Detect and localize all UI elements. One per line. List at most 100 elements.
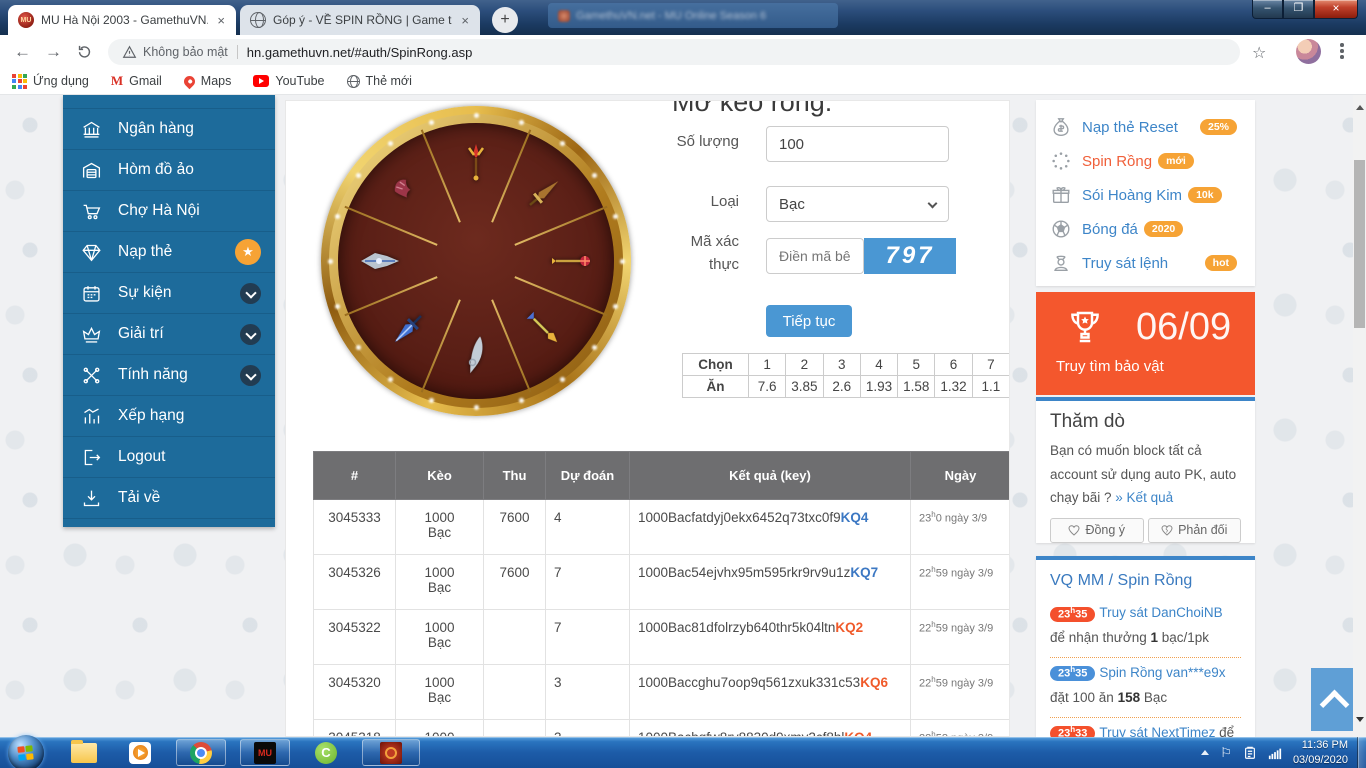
odds-payout: 7.6 xyxy=(749,376,786,398)
maximize-button[interactable]: ❐ xyxy=(1283,0,1314,19)
captcha-code[interactable]: 797 xyxy=(864,238,956,274)
bookmarks-bar: Ứng dụng M Gmail Maps YouTube Thẻ mới xyxy=(0,68,1366,95)
browser-menu-icon[interactable] xyxy=(1340,43,1344,59)
scrollbar-up-icon[interactable] xyxy=(1356,105,1364,110)
new-tab-button[interactable]: + xyxy=(492,7,518,33)
sidebar-item-cho-ha-noi[interactable]: Chợ Hà Nội xyxy=(63,191,275,232)
sidebar-item-xep-hang[interactable]: Xếp hạng xyxy=(63,396,275,437)
menu-item-label: Truy sát lệnh xyxy=(1082,255,1168,272)
chevron-down-icon[interactable] xyxy=(240,324,261,345)
odds-choice[interactable]: 5 xyxy=(898,354,935,376)
bookmark-star-icon[interactable]: ☆ xyxy=(1252,43,1266,63)
feed-title[interactable]: VQ MM / Spin Rồng xyxy=(1050,572,1241,590)
quantity-input[interactable] xyxy=(766,126,949,162)
cell-thu: 7600 xyxy=(484,555,546,610)
sidebar-item-partial[interactable] xyxy=(63,95,275,109)
windows-logo-icon xyxy=(17,745,34,761)
odds-payout: 1.32 xyxy=(935,376,972,398)
taskbar-chrome[interactable] xyxy=(176,739,226,766)
clipboard-tray-icon[interactable] xyxy=(1243,746,1257,760)
table-row: 3045333 1000 Bạc 7600 4 1000Bacfatdyj0ek… xyxy=(314,500,1011,555)
chevron-down-icon[interactable] xyxy=(240,365,261,386)
sidebar-item-logout[interactable]: Logout xyxy=(63,437,275,478)
taskbar-explorer[interactable] xyxy=(62,739,106,766)
close-button[interactable]: × xyxy=(1314,0,1358,19)
apps-grid-icon xyxy=(12,74,27,89)
sidebar-item-nap-the[interactable]: Nạp thẻ ★ xyxy=(63,232,275,273)
scrollbar-down-icon[interactable] xyxy=(1356,717,1364,722)
sidebar-item-su-kien[interactable]: Sự kiện xyxy=(63,273,275,314)
sidebar-item-label: Ngân hàng xyxy=(118,120,194,138)
action-center-flag-icon[interactable]: ⚐ xyxy=(1220,745,1232,761)
spin-wheel[interactable] xyxy=(321,106,631,416)
profile-avatar[interactable] xyxy=(1296,39,1321,64)
hidden-icons-arrow[interactable] xyxy=(1201,750,1209,755)
sidebar-item-tinh-nang[interactable]: Tính năng xyxy=(63,355,275,396)
sidebar-item-tai-ve[interactable]: Tải về xyxy=(63,478,275,519)
taskbar-coccoc[interactable]: C xyxy=(304,739,348,766)
menu-item-truy-sat-lenh[interactable]: Truy sát lệnh hot xyxy=(1050,246,1255,280)
odds-choice[interactable]: 7 xyxy=(972,354,1009,376)
show-desktop-button[interactable] xyxy=(1357,737,1366,768)
feed-player-link[interactable]: Spin Rồng van***e9x xyxy=(1099,665,1225,680)
kq-result: KQ4 xyxy=(841,510,869,525)
odds-choice[interactable]: 3 xyxy=(823,354,860,376)
time-badge: 23h35 xyxy=(1050,607,1095,622)
weapon-wide-blade-icon xyxy=(359,239,403,283)
start-button[interactable] xyxy=(8,735,44,768)
scroll-to-top-button[interactable] xyxy=(1311,668,1357,731)
forward-icon[interactable]: → xyxy=(45,42,62,62)
poll-disagree-button[interactable]: Phản đối xyxy=(1148,518,1242,543)
menu-item-spin-rong[interactable]: Spin Rồng mới xyxy=(1050,144,1255,178)
feed-player-link[interactable]: Truy sát NextTimez xyxy=(1099,725,1215,737)
sidebar-item-hom-do-ao[interactable]: Hòm đồ ảo xyxy=(63,150,275,191)
network-signal-icon[interactable] xyxy=(1268,746,1282,760)
poll-agree-button[interactable]: Đồng ý xyxy=(1050,518,1144,543)
feed-card: VQ MM / Spin Rồng 23h35 Truy sát DanChoiN… xyxy=(1036,556,1255,737)
minimize-button[interactable]: – xyxy=(1252,0,1283,19)
chevron-down-icon[interactable] xyxy=(240,283,261,304)
browser-scrollbar[interactable] xyxy=(1353,95,1366,737)
page-content: Ngân hàng Hòm đồ ảo Chợ Hà Nội Nạp thẻ ★… xyxy=(0,95,1366,737)
poll-result-link[interactable]: » Kết quả xyxy=(1115,490,1173,505)
odds-choice[interactable]: 2 xyxy=(786,354,823,376)
bookmark-gmail[interactable]: M Gmail xyxy=(111,73,162,89)
captcha-input[interactable] xyxy=(766,238,864,274)
back-icon[interactable]: ← xyxy=(14,42,31,62)
event-banner[interactable]: 06/09 Truy tìm bảo vật xyxy=(1036,292,1255,395)
url-text[interactable]: hn.gamethuvn.net/#auth/SpinRong.asp xyxy=(247,45,473,60)
odds-choice[interactable]: 6 xyxy=(935,354,972,376)
chrome-icon xyxy=(190,742,212,764)
tab-title: MU Hà Nội 2003 - GamethuVN.n xyxy=(41,13,208,27)
menu-item-bong-da[interactable]: Bóng đá 2020 xyxy=(1050,212,1255,246)
bookmark-newtab[interactable]: Thẻ mới xyxy=(347,74,412,88)
bookmark-apps[interactable]: Ứng dụng xyxy=(12,74,89,89)
moneybag-icon xyxy=(1050,116,1072,138)
taskbar-clock[interactable]: 11:36 PM 03/09/2020 xyxy=(1293,738,1348,767)
taskbar-mu-launcher[interactable]: MU xyxy=(240,739,290,766)
tab-gop-y[interactable]: Góp ý - VỀ SPIN RỒNG | Game th × xyxy=(240,5,480,35)
globe-icon xyxy=(347,75,360,88)
bookmark-maps[interactable]: Maps xyxy=(184,74,232,88)
tab-close-icon[interactable]: × xyxy=(458,13,472,28)
odds-choice[interactable]: 4 xyxy=(860,354,897,376)
tab-mu-hanoi[interactable]: MU MU Hà Nội 2003 - GamethuVN.n × xyxy=(8,5,236,35)
tab-close-icon[interactable]: × xyxy=(214,13,228,28)
type-select[interactable]: Bạc xyxy=(766,186,949,222)
taskbar-media-player[interactable] xyxy=(118,739,162,766)
scrollbar-thumb[interactable] xyxy=(1354,160,1365,328)
background-window-titlebar[interactable]: GamethuVN.net - MU Online Season 6 xyxy=(548,3,838,28)
sidebar-item-ngan-hang[interactable]: Ngân hàng xyxy=(63,109,275,150)
reload-icon[interactable] xyxy=(76,43,93,60)
menu-item-soi-hoang-kim[interactable]: Sói Hoàng Kim 10k xyxy=(1050,178,1255,212)
feed-player-link[interactable]: Truy sát DanChoiNB xyxy=(1099,605,1222,620)
menu-item-nap-the-reset[interactable]: Nạp thẻ Reset 25% xyxy=(1050,110,1255,144)
bookmark-youtube[interactable]: YouTube xyxy=(253,74,324,88)
continue-button[interactable]: Tiếp tục xyxy=(766,305,852,337)
taskbar: MU C ⚐ 11:36 PM 03/09/2020 xyxy=(0,737,1366,768)
url-field[interactable]: Không bảo mật hn.gamethuvn.net/#auth/Spi… xyxy=(108,39,1240,65)
sidebar-item-label: Tải về xyxy=(118,489,160,507)
sidebar-item-giai-tri[interactable]: Giải trí xyxy=(63,314,275,355)
odds-choice[interactable]: 1 xyxy=(749,354,786,376)
taskbar-mu-game[interactable] xyxy=(362,739,420,766)
